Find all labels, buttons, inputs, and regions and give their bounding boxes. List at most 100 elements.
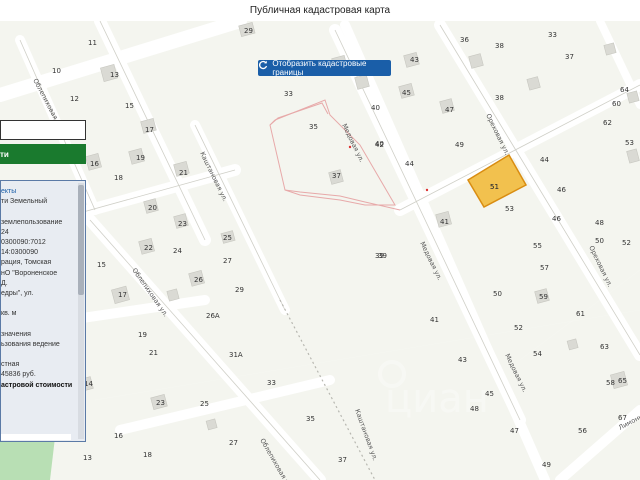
parcel-number: 22 <box>144 244 153 252</box>
parcel-number: 50 <box>595 237 604 245</box>
info-line: Д. <box>1 279 8 287</box>
parcel-number: 33 <box>284 90 293 98</box>
parcel-number: 47 <box>445 106 454 114</box>
parcel-number: 60 <box>612 100 621 108</box>
parcel-number: 13 <box>110 71 119 79</box>
parcel-number: 43 <box>458 356 467 364</box>
parcel-number: 39 <box>375 252 384 260</box>
parcel-number: 21 <box>149 349 158 357</box>
parcel-number: 23 <box>178 220 187 228</box>
info-line: землепользование <box>1 218 63 226</box>
info-line <box>1 299 77 309</box>
object-info-content: екты ти Земельный землепользование 24 030009… <box>1 187 77 391</box>
parcel-number: 45 <box>402 89 411 97</box>
selected-parcel-label: 51 <box>490 183 499 191</box>
building <box>468 53 484 69</box>
parcel-number: 24 <box>173 247 182 255</box>
building <box>526 76 541 91</box>
parcel-number: 16 <box>90 160 99 168</box>
parcel-number: 27 <box>229 439 238 447</box>
marker-dot <box>425 188 429 192</box>
parcel-number: 18 <box>143 451 152 459</box>
parcel-number: 17 <box>118 291 127 299</box>
parcel-number: 26 <box>194 276 203 284</box>
info-line <box>1 350 77 360</box>
parcel-number: 53 <box>505 205 514 213</box>
parcel-number: 57 <box>540 264 549 272</box>
parcel-number: 46 <box>557 186 566 194</box>
info-line: ьзования ведение <box>1 340 60 348</box>
header-bar: Публичная кадастровая карта <box>0 0 640 22</box>
info-line: 45836 руб. <box>1 371 36 379</box>
parcel-number: 61 <box>576 310 585 318</box>
map-canvas[interactable]: Облепиховая ул. Каштановая ул. Облепихов… <box>0 21 640 480</box>
parcel-number: 49 <box>455 141 464 149</box>
parcel-number: 62 <box>603 119 612 127</box>
parcel-number: 12 <box>70 95 79 103</box>
parcel-number: 37 <box>565 53 574 61</box>
parcel-number: 15 <box>125 102 134 110</box>
parcel-number: 25 <box>223 234 232 242</box>
parcel-number: 20 <box>148 204 157 212</box>
info-line: екты <box>1 188 17 195</box>
parcel-number: 17 <box>145 126 154 134</box>
parcel-number: 49 <box>542 461 551 469</box>
info-line: нО "Вороненское <box>1 269 58 277</box>
parcel-number: 11 <box>88 39 97 47</box>
parcel-number: 38 <box>495 94 504 102</box>
parcel-number: 13 <box>83 454 92 462</box>
parcel-number: 27 <box>223 257 232 265</box>
parcel-number: 41 <box>430 316 439 324</box>
search-input[interactable] <box>0 120 86 140</box>
parcel-number: 47 <box>510 427 519 435</box>
parcel-number: 23 <box>156 399 165 407</box>
parcel-number: 19 <box>136 154 145 162</box>
parcel-number: 18 <box>114 174 123 182</box>
parcel-number: 52 <box>622 239 631 247</box>
object-info-panel: екты ти Земельный землепользование 24 030009… <box>0 180 86 442</box>
parcel-number: 29 <box>244 27 253 35</box>
parcel-number: 42 <box>375 141 384 149</box>
parcel-number: 67 <box>618 414 627 422</box>
refresh-icon <box>259 60 270 73</box>
page-title: Публичная кадастровая карта <box>249 5 391 16</box>
parcel-number: 33 <box>548 31 557 39</box>
info-line: 14:0300090 <box>1 249 38 257</box>
building <box>566 338 579 351</box>
parcel-number: 38 <box>495 42 504 50</box>
parcel-number: 40 <box>371 104 380 112</box>
parcel-number: 53 <box>625 139 634 147</box>
parcel-number: 44 <box>540 156 549 164</box>
parcel-number: 44 <box>405 160 414 168</box>
info-line: кв. м <box>1 310 17 318</box>
info-line <box>1 319 77 329</box>
parcel-number: 31А <box>229 351 243 359</box>
parcel-number: 65 <box>618 377 627 385</box>
parcel-number: 59 <box>539 293 548 301</box>
parcel-number: 64 <box>620 86 629 94</box>
info-line <box>1 207 77 217</box>
search-button[interactable]: ти <box>0 144 86 164</box>
parcel-number: 35 <box>309 123 318 131</box>
parcel-number: 52 <box>514 324 523 332</box>
search-button-label: ти <box>0 149 9 159</box>
parcel-number: 26А <box>206 312 220 320</box>
parcel-number: 50 <box>493 290 502 298</box>
parcel-number: 16 <box>114 432 123 440</box>
parcel-number: 63 <box>600 343 609 351</box>
parcel-number: 55 <box>533 242 542 250</box>
building <box>205 418 218 431</box>
info-line: рация, Томская <box>1 259 52 267</box>
panel-horizontal-scroll[interactable] <box>1 434 71 440</box>
parcel-number: 25 <box>200 400 209 408</box>
show-cadastral-borders-button[interactable]: Отобразить кадастровые границы <box>258 59 391 77</box>
info-line: астровой стоимости <box>1 381 73 389</box>
panel-scrollbar-thumb[interactable] <box>78 185 84 295</box>
info-line: 24 <box>1 228 9 236</box>
info-line: значения <box>1 330 31 338</box>
parcel-number: 35 <box>306 415 315 423</box>
parcel-number: 37 <box>338 456 347 464</box>
building <box>603 42 617 56</box>
parcel-number: 10 <box>52 67 61 75</box>
parcel-number: 37 <box>332 172 341 180</box>
